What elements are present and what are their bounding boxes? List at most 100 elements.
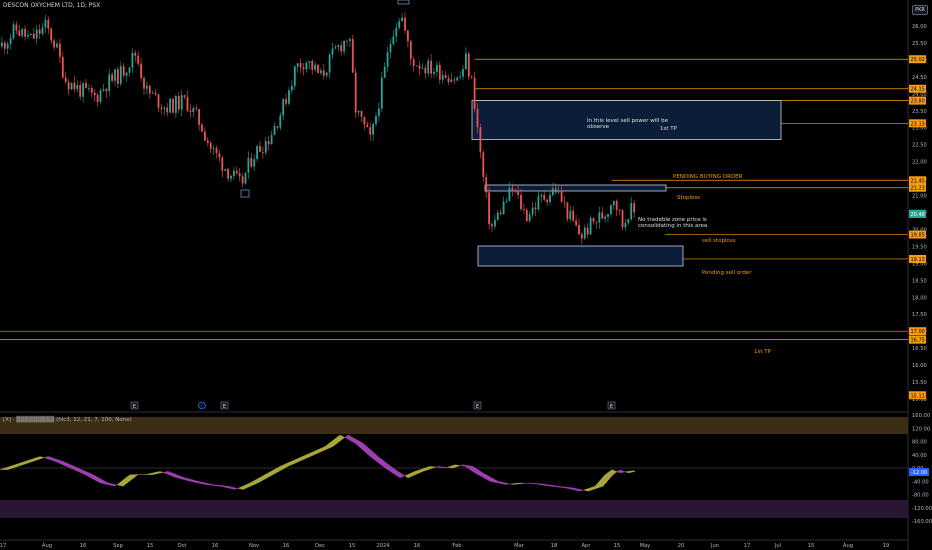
candle-body: [114, 69, 116, 81]
candle-body: [212, 147, 215, 149]
dividend-marker-icon[interactable]: [198, 401, 206, 410]
candle-body: [140, 63, 142, 79]
candle-body: [346, 40, 348, 42]
candle-body: [430, 60, 432, 74]
annotation-stoploss: Stoploss: [677, 195, 700, 201]
candle-body: [175, 96, 177, 113]
time-axis-label: May: [640, 543, 651, 549]
candle-body: [407, 30, 409, 42]
time-axis-label: Nov: [249, 543, 259, 549]
candle-body: [227, 169, 229, 179]
time-axis-label: 15: [808, 543, 815, 549]
candle-body: [607, 214, 609, 217]
candle-body: [447, 78, 450, 83]
candle-body: [589, 217, 592, 235]
candle-body: [337, 45, 340, 48]
candle-body: [421, 67, 424, 69]
oscillator-axis-label: -160.00: [912, 519, 932, 525]
candle-body: [557, 190, 560, 193]
oscillator-axis-label: 120.00: [912, 426, 930, 432]
currency-badge[interactable]: PKR: [912, 5, 928, 15]
candle-body: [125, 72, 128, 76]
candle-body: [592, 217, 595, 222]
annotation-pending-sell: Pending sell order: [702, 270, 752, 276]
time-axis-label: Sep: [113, 543, 123, 549]
candle-body: [427, 60, 430, 74]
event-marker[interactable]: E: [607, 401, 616, 410]
oscillator-value: -12.00: [911, 470, 927, 476]
marker-box-high[interactable]: [397, 0, 410, 5]
event-marker[interactable]: E: [220, 401, 229, 410]
horizontal-levels: [0, 58, 908, 341]
chart-canvas[interactable]: 26.0025.5025.0024.5024.0023.5023.0022.50…: [0, 0, 932, 550]
svg-text:E: E: [476, 404, 479, 410]
candle-body: [238, 173, 241, 177]
marker-box-low[interactable]: [240, 189, 250, 198]
candle-body: [601, 212, 604, 219]
price-axis-label: 23.50: [912, 109, 927, 115]
price-axis-label: 24.50: [912, 75, 927, 81]
candle-body: [491, 224, 493, 227]
event-marker[interactable]: E: [130, 401, 139, 410]
candle-body: [189, 110, 192, 113]
candle-body: [418, 65, 421, 69]
candle-body: [273, 126, 276, 136]
candle-body: [262, 151, 264, 153]
candle-body: [366, 124, 369, 128]
indicator-legend[interactable]: [X] · ▒▒▒▒▒▒▒▒▒ (hlc3, 12, 21, 7, 100, N…: [3, 417, 132, 423]
lower-buy-zone: [477, 245, 684, 267]
candle-body: [21, 28, 24, 36]
event-marker[interactable]: E: [473, 401, 482, 410]
time-axis-label: 16: [212, 543, 219, 549]
time-axis[interactable]: 17 Aug 16 Sep 15 Oct 16 Nov 16 Dec 15 2024 16 Feb Mar 1…: [0, 543, 889, 549]
level-badge-label: 24.15: [911, 87, 925, 93]
candle-body: [111, 74, 113, 81]
candle-body: [621, 209, 624, 228]
candle-body: [18, 30, 21, 36]
price-axis-label: 18.00: [912, 295, 927, 301]
candle-body: [215, 147, 218, 154]
candle-body: [183, 95, 186, 97]
candle-body: [299, 63, 302, 68]
time-axis-label: 15: [614, 543, 621, 549]
candle-body: [441, 75, 444, 80]
candle-body: [328, 54, 331, 73]
symbol-title[interactable]: DESCON OXYCHEM LTD, 1D, PSX: [3, 2, 100, 9]
candle-body: [35, 29, 38, 39]
oscillator-axis[interactable]: 160.00120.0080.0040.000.00-40.00-80.00-1…: [909, 413, 932, 525]
candle-body: [302, 67, 305, 70]
oscillator-segment: [632, 470, 635, 473]
candle-body: [415, 65, 418, 67]
price-axis-label: 25.50: [912, 41, 927, 47]
price-axis-label: 16.50: [912, 346, 927, 352]
time-axis-label: 16: [283, 543, 290, 549]
candle-body: [554, 188, 557, 193]
candle-body: [279, 115, 282, 128]
candle-body: [433, 71, 435, 74]
candle-body: [444, 75, 447, 79]
candle-body: [436, 64, 438, 72]
candle-body: [534, 207, 537, 210]
candle-body: [201, 124, 203, 132]
candle-body: [456, 77, 459, 81]
level-badge-label: 17.00: [911, 329, 925, 335]
candle-body: [131, 52, 134, 68]
candle-body: [569, 210, 572, 219]
candle-body: [354, 72, 357, 113]
candle-body: [624, 222, 627, 228]
candle-body: [392, 36, 395, 45]
price-axis-label: 16.00: [912, 363, 927, 369]
candle-body: [525, 209, 528, 221]
candle-body: [59, 43, 61, 57]
candle-body: [465, 53, 467, 70]
candle-body: [610, 205, 612, 215]
candle-body: [450, 79, 453, 83]
candle-body: [146, 85, 148, 89]
candle-body: [308, 61, 311, 63]
candle-body: [314, 64, 316, 70]
candle-body: [76, 84, 79, 90]
candle-body: [404, 17, 406, 31]
candle-body: [482, 152, 485, 178]
price-axis-label: 26.00: [912, 24, 927, 30]
candle-body: [633, 203, 635, 213]
